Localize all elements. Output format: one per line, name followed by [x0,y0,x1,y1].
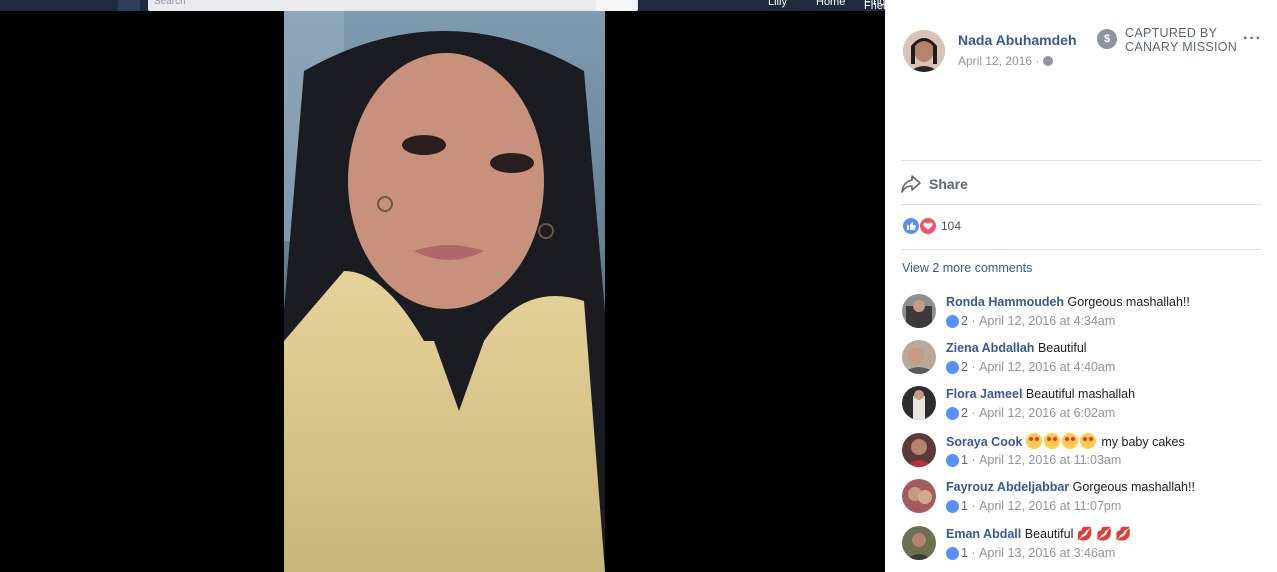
comment-like-count[interactable]: 1 [961,546,968,560]
comment-body: Flora Jameel Beautiful mashallah [946,386,1135,402]
comment-meta: 1 · April 13, 2016 at 3:46am [946,546,1115,560]
post-timestamp[interactable]: April 12, 2016 · [958,54,1054,68]
comment-body: Ronda Hammoudeh Gorgeous mashallah!! [946,294,1190,310]
reaction-count: 104 [941,219,962,233]
comment-meta: 2 · April 12, 2016 at 4:34am [946,314,1115,328]
globe-icon [1043,56,1054,66]
comment-item: Ziena Abdallah Beautiful 2 · April 12, 2… [901,340,1271,384]
nav-link-profile[interactable]: Lilly [768,0,787,8]
like-reaction-icon [946,453,959,467]
commenter-avatar[interactable] [902,294,936,328]
post-header: Nada Abuhamdeh April 12, 2016 · $ CAPTUR… [901,16,1271,76]
heart-eyes-emoji-icon [1079,433,1096,449]
search-input[interactable]: Search [148,0,638,11]
commenter-name[interactable]: Fayrouz Abdeljabbar [946,480,1069,494]
comment-item: Eman Abdall Beautiful 💋 💋 💋 1 · April 13, … [901,526,1271,570]
selfie-image [284,11,605,572]
search-button[interactable] [596,0,636,11]
comment-timestamp[interactable]: April 12, 2016 at 4:40am [979,360,1115,374]
author-avatar[interactable] [903,30,945,72]
comment-like-count[interactable]: 1 [961,453,968,467]
comment-like-count[interactable]: 2 [961,314,968,328]
nav-link-find-friends[interactable]: Find Friends [864,0,885,11]
comment-text: Gorgeous mashallah!! [1072,480,1195,494]
commenter-name[interactable]: Flora Jameel [946,387,1022,401]
reactions-summary[interactable]: 104 [903,218,961,234]
share-label: Share [929,176,968,192]
divider [901,204,1261,205]
like-reaction-icon [946,499,959,513]
author-name[interactable]: Nada Abuhamdeh [958,32,1077,48]
comment-like-count[interactable]: 1 [961,499,968,513]
commenter-avatar[interactable] [902,340,936,374]
commenter-avatar[interactable] [902,433,936,467]
comment-meta: 2 · April 12, 2016 at 6:02am [946,406,1115,420]
comment-body: Fayrouz Abdeljabbar Gorgeous mashallah!! [946,479,1195,495]
canary-mission-logo-icon: $ [1097,29,1117,49]
comment-meta: 2 · April 12, 2016 at 4:40am [946,360,1115,374]
like-reaction-icon [946,406,959,420]
comment-text: Gorgeous mashallah!! [1067,295,1190,309]
love-reaction-icon [920,218,936,234]
comment-timestamp[interactable]: April 12, 2016 at 11:03am [979,453,1121,467]
commenter-name[interactable]: Ronda Hammoudeh [946,295,1064,309]
commenter-avatar[interactable] [902,386,936,420]
commenter-name[interactable]: Ziena Abdallah [946,341,1034,355]
comment-item: Soraya Cook my baby cakes 1 · April 12, … [901,433,1271,477]
comment-timestamp[interactable]: April 12, 2016 at 6:02am [979,406,1115,420]
comment-timestamp[interactable]: April 12, 2016 at 11:07pm [979,499,1121,513]
heart-eyes-emoji-icon [1025,433,1042,449]
heart-eyes-emoji-icon [1061,433,1078,449]
heart-eyes-emoji-icon [1043,433,1060,449]
comment-timestamp[interactable]: April 12, 2016 at 4:34am [979,314,1115,328]
comment-text: Beautiful [1037,341,1087,355]
more-options-button[interactable]: ··· [1243,30,1262,48]
commenter-avatar[interactable] [902,479,936,513]
comment-item: Ronda Hammoudeh Gorgeous mashallah!! 2 ·… [901,294,1271,338]
like-reaction-icon [946,546,959,560]
watermark: CAPTURED BY CANARY MISSION [1125,26,1237,54]
post-date-text[interactable]: April 12, 2016 · [958,54,1039,68]
like-reaction-icon [903,218,919,234]
comment-text: Beautiful mashallah [1025,387,1136,401]
view-more-comments-link[interactable]: View 2 more comments [902,261,1032,275]
watermark-line-1: CAPTURED BY [1125,26,1218,40]
commenter-name[interactable]: Soraya Cook [946,435,1022,449]
comment-body: Ziena Abdallah Beautiful [946,340,1087,356]
kiss-lips-emoji-icon: 💋 [1096,526,1113,541]
post-photo[interactable] [284,11,605,572]
watermark-line-2: CANARY MISSION [1125,40,1238,54]
comment-item: Flora Jameel Beautiful mashallah 2 · Apr… [901,386,1271,430]
divider [901,249,1261,250]
comment-item: Fayrouz Abdeljabbar Gorgeous mashallah!!… [901,479,1271,523]
comment-like-count[interactable]: 2 [961,406,968,420]
comment-timestamp[interactable]: April 13, 2016 at 3:46am [979,546,1115,560]
kiss-lips-emoji-icon: 💋 [1115,526,1132,541]
like-reaction-icon [946,314,959,328]
top-navigation-bar: Search Lilly Home Find Friends [0,0,885,11]
comment-body: Soraya Cook my baby cakes [946,433,1185,450]
comment-text: Beautiful [1024,527,1074,541]
like-reaction-icon [946,360,959,374]
comment-text: my baby cakes [1101,435,1185,449]
comment-meta: 1 · April 12, 2016 at 11:03am [946,453,1121,467]
share-button[interactable]: Share [901,172,968,196]
comment-body: Eman Abdall Beautiful 💋 💋 💋 [946,526,1134,542]
nav-link-home[interactable]: Home [816,0,845,8]
comment-like-count[interactable]: 2 [961,360,968,374]
commenter-name[interactable]: Eman Abdall [946,527,1021,541]
comment-meta: 1 · April 12, 2016 at 11:07pm [946,499,1121,513]
divider [901,160,1261,161]
share-arrow-icon [901,175,921,193]
post-details-panel: Nada Abuhamdeh April 12, 2016 · $ CAPTUR… [885,0,1277,572]
kiss-lips-emoji-icon: 💋 [1076,526,1094,541]
facebook-logo-icon[interactable] [118,0,140,11]
commenter-avatar[interactable] [902,526,936,560]
photo-viewer [0,11,885,572]
